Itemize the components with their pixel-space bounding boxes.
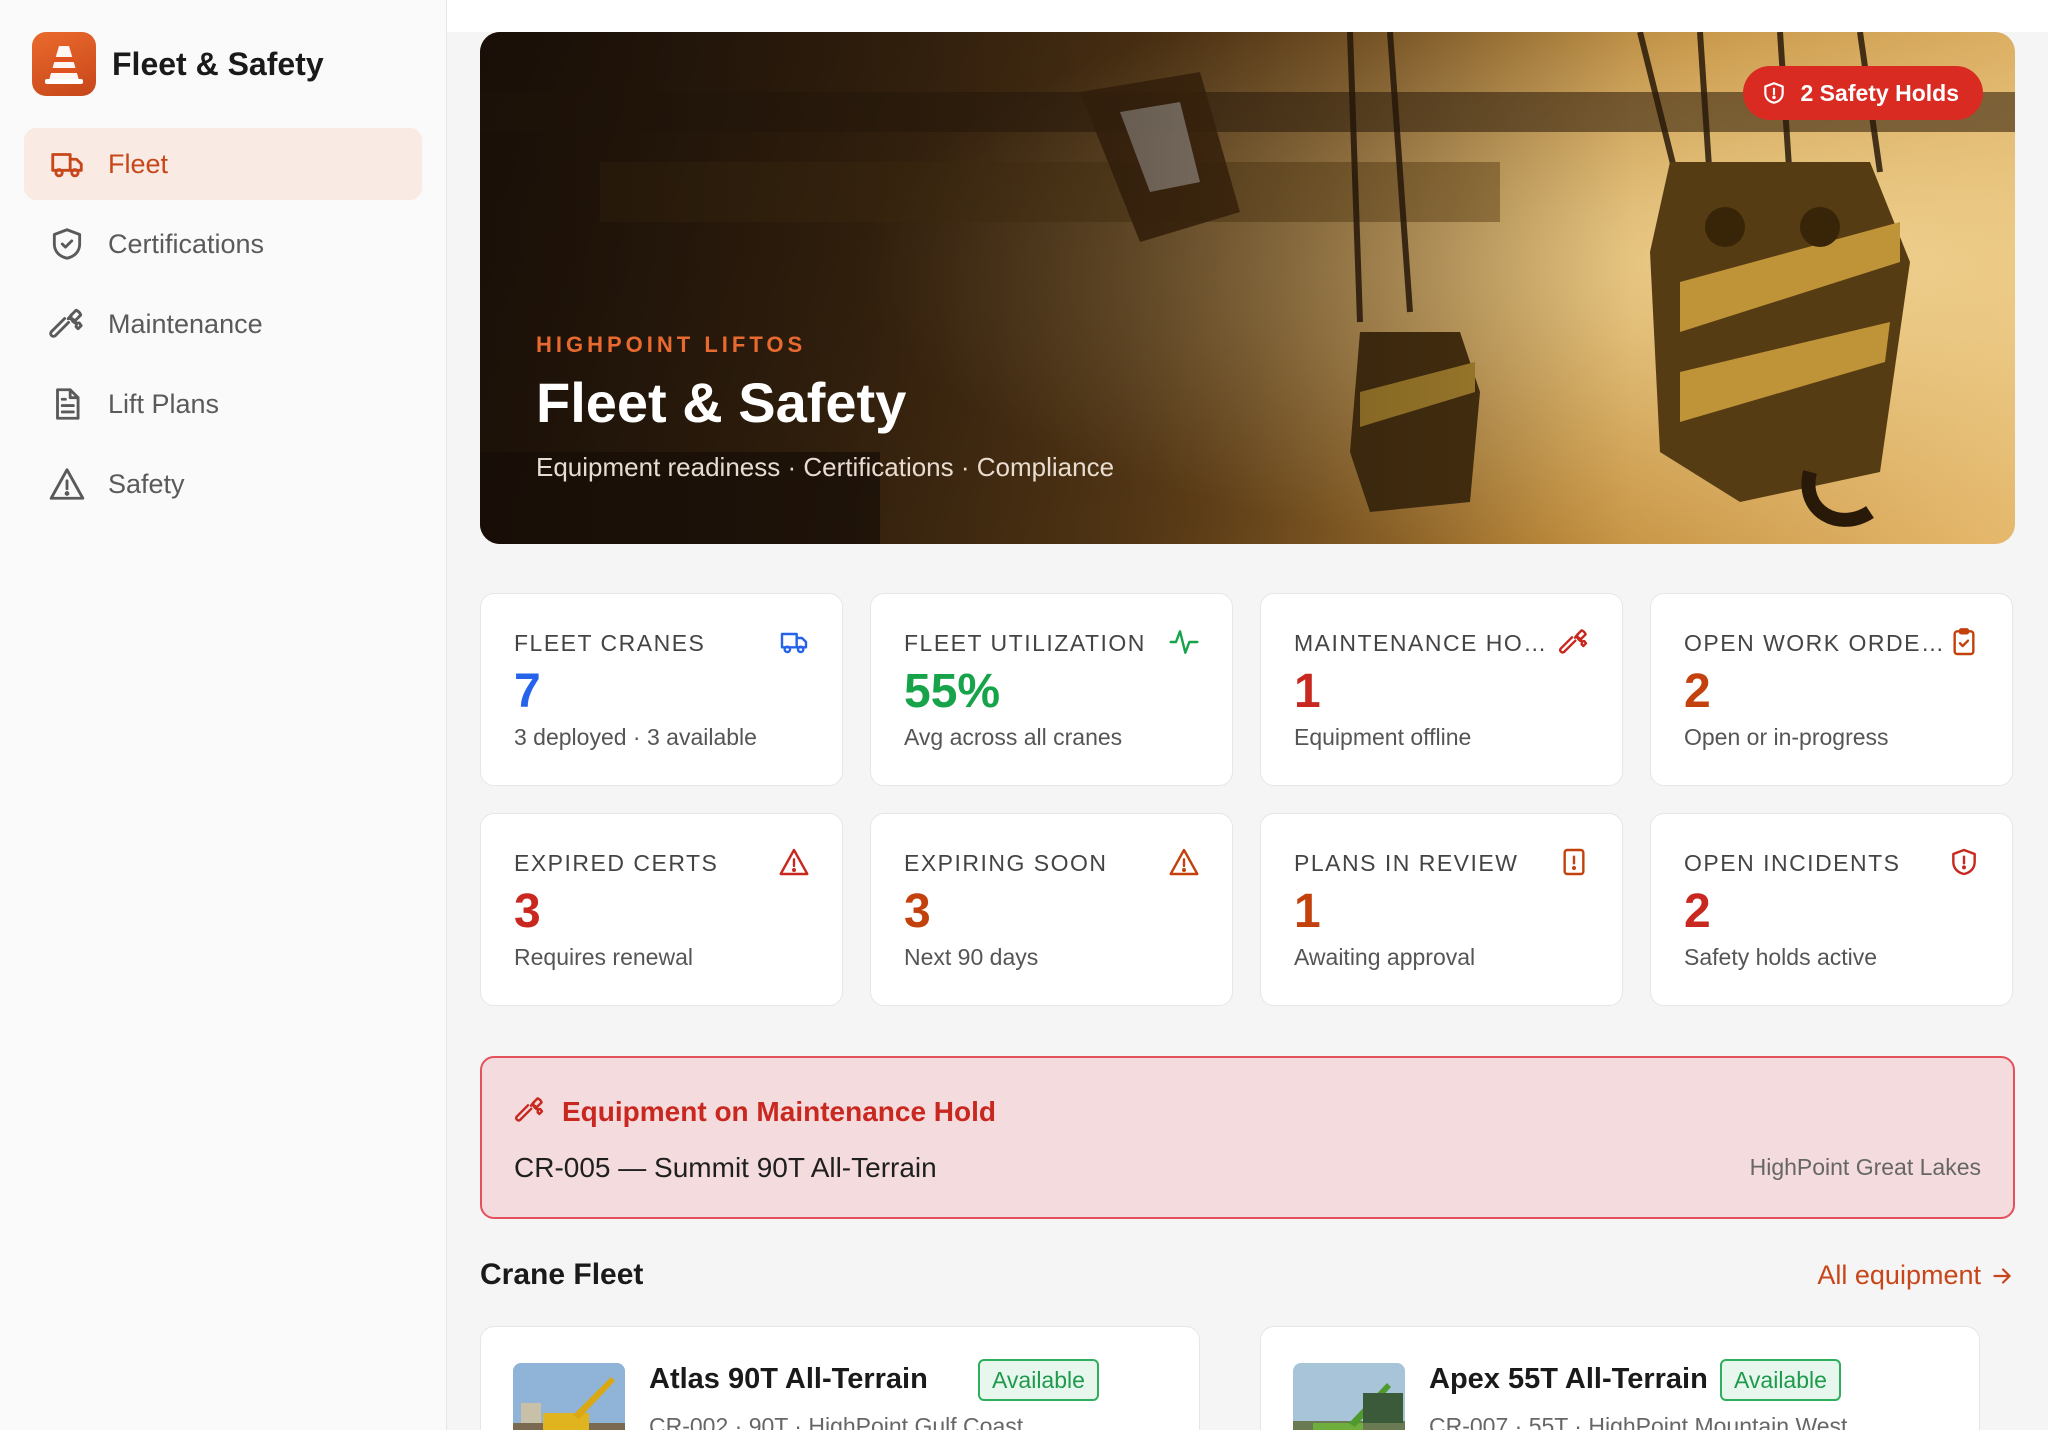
shield-alert-icon (1952, 848, 1976, 876)
hero-eyebrow: HIGHPOINT LIFTOS (536, 332, 807, 357)
stat-sub: Equipment offline (1294, 724, 1472, 750)
crane-meta: CR-002 · 90T · HighPoint Gulf Coast (649, 1413, 1024, 1430)
shield-alert-icon (1763, 82, 1784, 104)
safety-holds-badge[interactable]: 2 Safety Holds (1742, 66, 1983, 120)
stat-card-fleet-cranes[interactable]: FLEET CRANES 7 3 deployed · 3 available (480, 593, 843, 786)
stat-value: 2 (1684, 665, 1711, 718)
sidebar-item-lift-plans[interactable]: Lift Plans (24, 368, 422, 440)
stat-value: 1 (1294, 665, 1321, 718)
hero-subtitle: Equipment readiness · Certifications · C… (536, 452, 1115, 482)
truck-icon (51, 153, 83, 178)
status-badge: Available (978, 1359, 1099, 1401)
stat-card-fleet-utilization[interactable]: FLEET UTILIZATION 55% Avg across all cra… (870, 593, 1233, 786)
clipboard-check-icon (1953, 628, 1975, 656)
page-title: Fleet & Safety (536, 371, 907, 434)
stat-sub: 3 deployed · 3 available (514, 724, 757, 750)
sidebar-item-label: Certifications (108, 228, 265, 259)
stat-value: 55% (904, 665, 1001, 718)
sidebar-item-label: Maintenance (108, 308, 263, 339)
top-bar (447, 0, 2048, 32)
document-icon (56, 388, 80, 420)
sidebar-item-label: Fleet (108, 148, 169, 179)
warning-triangle-icon (1169, 848, 1199, 876)
crane-meta: CR-007 · 55T · HighPoint Mountain West (1429, 1413, 1848, 1430)
stat-value: 3 (904, 885, 931, 938)
hero-banner: HIGHPOINT LIFTOS Fleet & Safety Equipmen… (480, 32, 2015, 544)
stat-label: PLANS IN REVIEW (1294, 850, 1519, 876)
alert-location: HighPoint Great Lakes (1749, 1154, 1981, 1180)
document-alert-icon (1563, 848, 1585, 876)
stat-value: 7 (514, 665, 541, 718)
stat-label: FLEET UTILIZATION (904, 630, 1146, 656)
all-equipment-label: All equipment (1817, 1260, 1981, 1290)
crane-card[interactable]: Atlas 90T All-Terrain Available CR-002 ·… (480, 1326, 1200, 1430)
activity-icon (1169, 630, 1199, 654)
stat-label: MAINTENANCE HOLD (1294, 630, 1554, 656)
traffic-cone-icon (32, 32, 96, 96)
stat-card-maintenance-hold[interactable]: MAINTENANCE HOLD 1 Equipment offline (1260, 593, 1623, 786)
stat-value: 2 (1684, 885, 1711, 938)
stat-card-expiring-soon[interactable]: EXPIRING SOON 3 Next 90 days (870, 813, 1233, 1006)
sidebar-item-safety[interactable]: Safety (24, 448, 422, 520)
wrench-icon (49, 308, 83, 338)
stat-sub: Avg across all cranes (904, 724, 1123, 750)
stat-card-expired-certs[interactable]: EXPIRED CERTS 3 Requires renewal (480, 813, 843, 1006)
stat-label: OPEN INCIDENTS (1684, 850, 1901, 876)
sidebar-item-label: Safety (108, 468, 185, 499)
sidebar-nav: Fleet Certifications Maintenance Lift Pl… (24, 128, 422, 528)
stat-label: FLEET CRANES (514, 630, 706, 656)
warning-triangle-icon (779, 848, 809, 876)
stat-sub: Open or in-progress (1684, 724, 1889, 750)
stat-label: EXPIRING SOON (904, 850, 1108, 876)
stat-sub: Awaiting approval (1294, 944, 1476, 970)
sidebar-item-maintenance[interactable]: Maintenance (24, 288, 422, 360)
stat-card-open-incidents[interactable]: OPEN INCIDENTS 2 Safety holds active (1650, 813, 2013, 1006)
stat-card-open-work-orders[interactable]: OPEN WORK ORDERS 2 Open or in-progress (1650, 593, 2013, 786)
stat-value: 3 (514, 885, 541, 938)
stat-sub: Next 90 days (904, 944, 1039, 970)
truck-icon (780, 632, 808, 654)
wrench-icon (515, 1097, 544, 1122)
shield-check-icon (52, 228, 82, 260)
stat-card-plans-in-review[interactable]: PLANS IN REVIEW 1 Awaiting approval (1260, 813, 1623, 1006)
all-equipment-link[interactable]: All equipment (1817, 1260, 2015, 1291)
sidebar: Fleet & Safety Fleet Certifications Main… (0, 0, 447, 1430)
crane-thumbnail (513, 1363, 625, 1430)
maintenance-hold-alert[interactable]: Equipment on Maintenance Hold CR-005 — S… (480, 1056, 2015, 1219)
safety-holds-label: 2 Safety Holds (1800, 79, 1960, 106)
crane-card[interactable]: Apex 55T All-Terrain Available CR-007 · … (1260, 1326, 1980, 1430)
alert-title: Equipment on Maintenance Hold (562, 1096, 997, 1127)
stat-label: OPEN WORK ORDERS (1684, 630, 1944, 656)
status-badge: Available (1720, 1359, 1841, 1401)
crane-name: Apex 55T All-Terrain (1429, 1363, 1708, 1395)
alert-equipment[interactable]: CR-005 — Summit 90T All-Terrain (514, 1152, 937, 1184)
arrow-right-icon (1993, 1267, 2011, 1284)
stat-sub: Safety holds active (1684, 944, 1878, 970)
brand-title: Fleet & Safety (112, 45, 324, 82)
crane-name: Atlas 90T All-Terrain (649, 1363, 928, 1395)
stat-label: EXPIRED CERTS (514, 850, 719, 876)
sidebar-item-fleet[interactable]: Fleet (24, 128, 422, 200)
sidebar-item-certifications[interactable]: Certifications (24, 208, 422, 280)
brand[interactable]: Fleet & Safety (32, 32, 324, 96)
section-title: Crane Fleet (480, 1258, 644, 1291)
warning-triangle-icon (49, 468, 85, 500)
wrench-icon (1559, 629, 1588, 654)
crane-thumbnail (1293, 1363, 1405, 1430)
sidebar-item-label: Lift Plans (108, 388, 220, 419)
main-content: HIGHPOINT LIFTOS Fleet & Safety Equipmen… (447, 0, 2048, 1430)
stat-sub: Requires renewal (514, 944, 693, 970)
stat-value: 1 (1294, 885, 1321, 938)
